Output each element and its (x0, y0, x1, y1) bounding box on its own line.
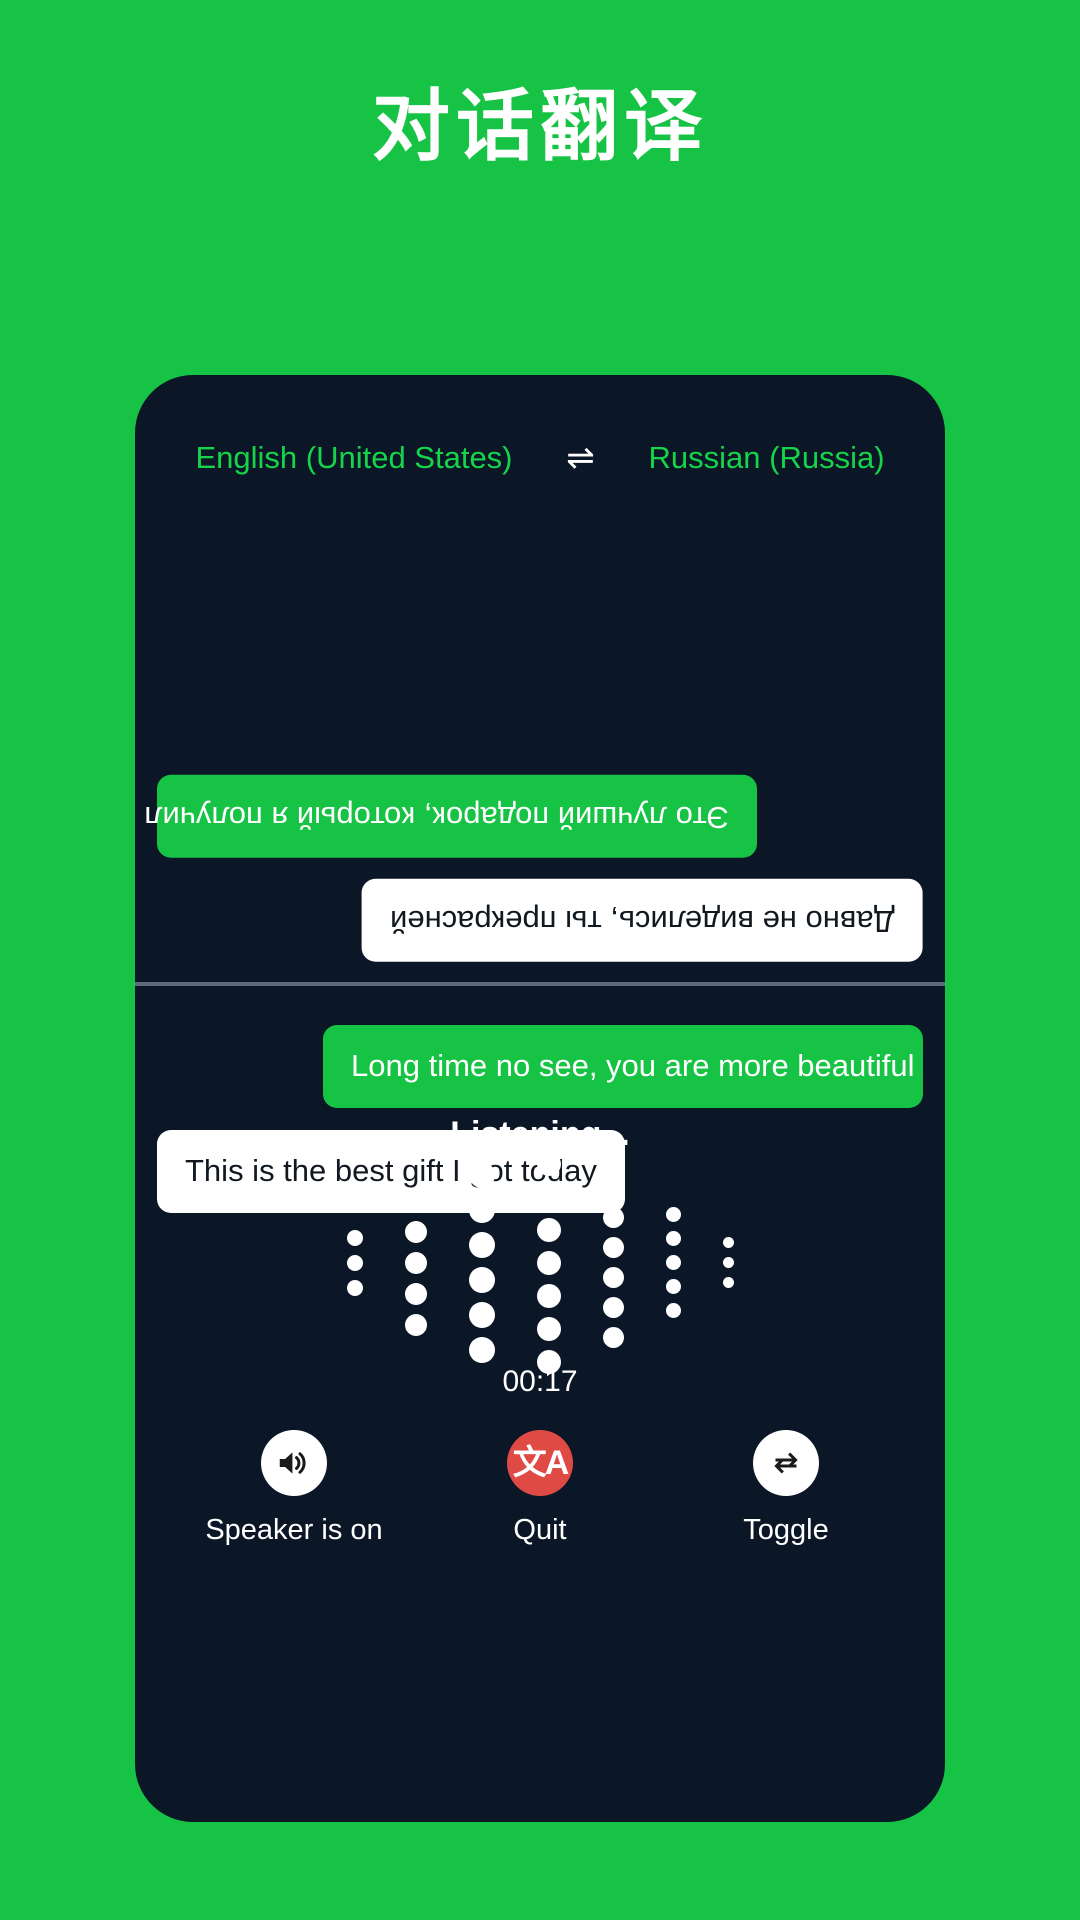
waveform-dot (468, 1232, 495, 1258)
page-title: 对话翻译 (371, 82, 708, 170)
source-language-label[interactable]: English (United States) (195, 440, 512, 476)
quit-button-label: Quit (513, 1514, 567, 1546)
waveform-dot (665, 1207, 681, 1222)
audio-waveform (135, 1151, 945, 1374)
quit-button[interactable]: 文A Quit (425, 1430, 655, 1547)
chat-bubble[interactable]: Это лучший подарок, который я получил се… (135, 774, 757, 858)
control-bar: Speaker is on 文A Quit Toggle (135, 1430, 945, 1547)
pane-divider (135, 982, 945, 986)
recording-timer: 00:17 (502, 1365, 578, 1398)
translate-glyph: 文A (512, 1444, 570, 1482)
waveform-dot (346, 1279, 363, 1296)
waveform-dot (665, 1303, 681, 1318)
conversation-pane-top: Это лучший подарок, который я получил се… (135, 480, 945, 980)
waveform-dot (665, 1231, 681, 1246)
waveform-dot (346, 1254, 363, 1271)
waveform-column (602, 1177, 624, 1348)
waveform-dot (346, 1229, 363, 1246)
waveform-dot (468, 1302, 495, 1328)
waveform-dot (602, 1267, 624, 1288)
waveform-column (722, 1237, 734, 1288)
waveform-dot (404, 1251, 427, 1274)
chat-row: Long time no see, you are more beautiful (157, 1025, 923, 1108)
speaker-on-icon[interactable] (261, 1430, 327, 1496)
waveform-dot (536, 1316, 561, 1341)
speaker-button-label: Speaker is on (205, 1514, 383, 1546)
waveform-dot (536, 1250, 561, 1275)
waveform-dot (602, 1237, 624, 1258)
chat-bubble[interactable]: Давно не виделись, ты прекрасней (362, 879, 923, 962)
chat-row: Давно не виделись, ты прекрасней (157, 879, 923, 962)
toggle-button-label: Toggle (743, 1514, 829, 1546)
translator-card: English (United States) ⇌ Russian (Russi… (135, 375, 945, 1822)
waveform-dot (536, 1217, 561, 1242)
waveform-dot (536, 1283, 561, 1308)
waveform-dot (722, 1277, 734, 1288)
waveform-column (404, 1189, 427, 1336)
waveform-dot (602, 1207, 624, 1228)
swap-horizontal-icon[interactable]: ⇌ (561, 441, 601, 475)
waveform-dot (722, 1237, 734, 1248)
waveform-dot (665, 1255, 681, 1270)
waveform-dot (536, 1184, 561, 1209)
waveform-dot (602, 1297, 624, 1318)
waveform-dot (468, 1267, 495, 1293)
listening-status-label: Listening... (450, 1115, 630, 1153)
waveform-dot (468, 1337, 495, 1363)
waveform-column (536, 1151, 561, 1374)
swap-repeat-icon[interactable] (753, 1430, 819, 1496)
waveform-dot (404, 1189, 427, 1212)
toggle-button[interactable]: Toggle (671, 1430, 901, 1547)
waveform-column (468, 1162, 495, 1363)
waveform-dot (404, 1220, 427, 1243)
target-language-label[interactable]: Russian (Russia) (649, 440, 885, 476)
waveform-dot (468, 1197, 495, 1223)
language-bar: English (United States) ⇌ Russian (Russi… (135, 440, 945, 476)
waveform-dot (602, 1177, 624, 1198)
waveform-dot (722, 1257, 734, 1268)
chat-row: Это лучший подарок, который я получил се… (135, 774, 923, 858)
waveform-dot (602, 1327, 624, 1348)
waveform-dot (665, 1279, 681, 1294)
speaker-button[interactable]: Speaker is on (179, 1430, 409, 1547)
waveform-dot (468, 1162, 495, 1188)
waveform-dot (536, 1151, 561, 1176)
waveform-dot (404, 1313, 427, 1336)
waveform-column (346, 1229, 363, 1296)
waveform-dot (404, 1282, 427, 1305)
chat-bubble[interactable]: Long time no see, you are more beautiful (323, 1025, 923, 1108)
translate-icon[interactable]: 文A (507, 1430, 573, 1496)
waveform-column (665, 1207, 681, 1318)
